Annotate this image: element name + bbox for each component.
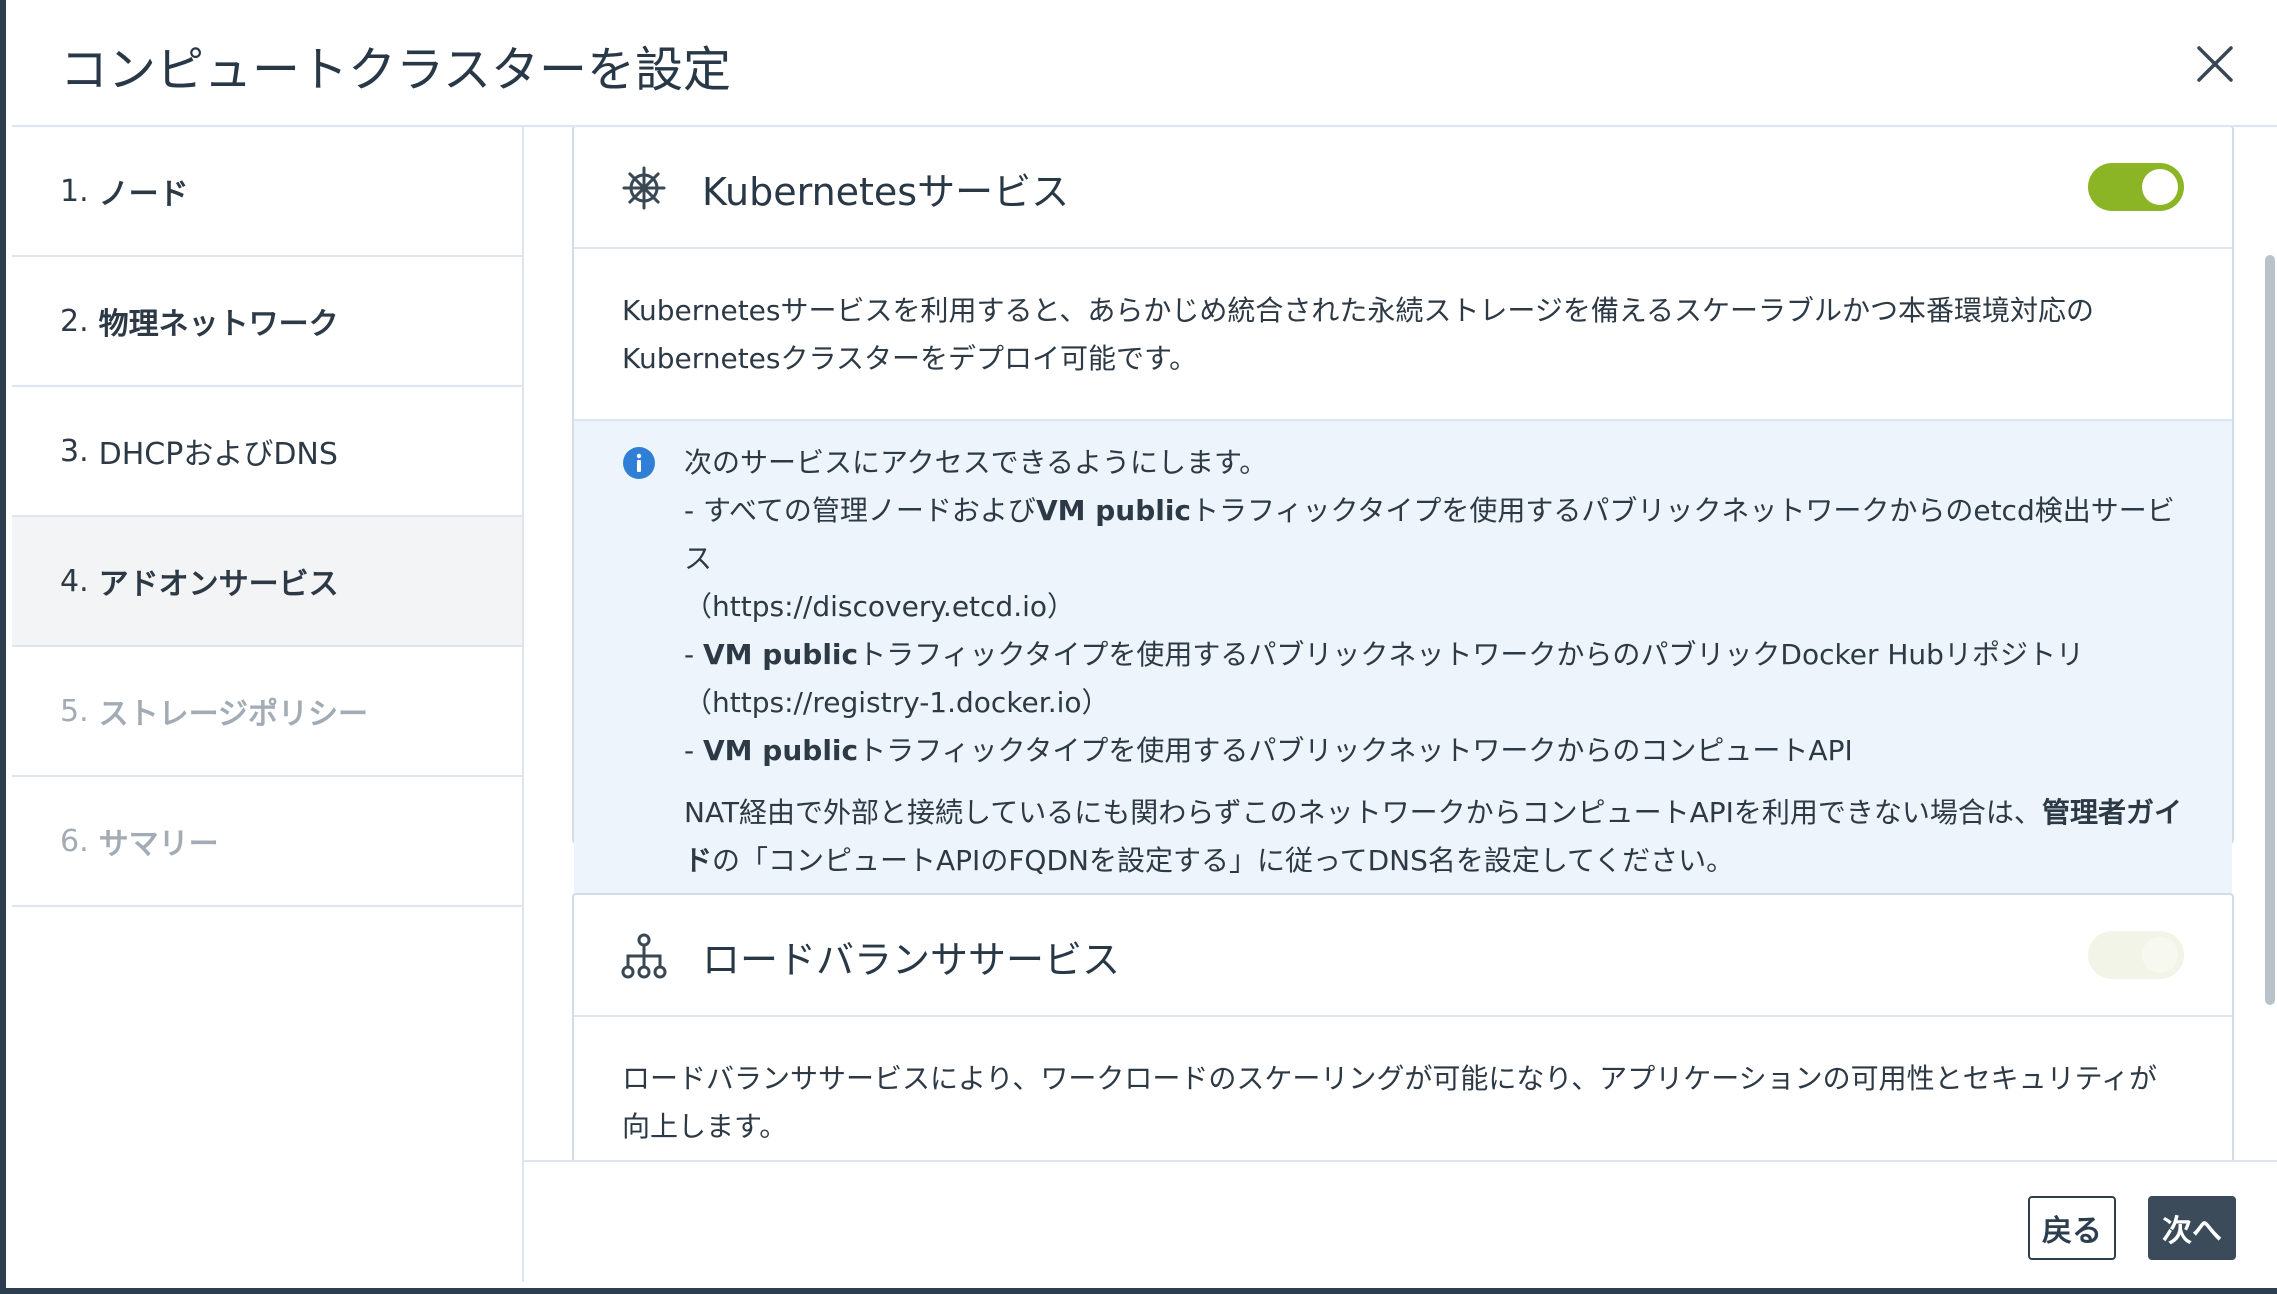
- info-text: - すべての管理ノードおよび: [684, 494, 1036, 527]
- kubernetes-toggle[interactable]: [2088, 163, 2184, 211]
- step-label: ストレージポリシー: [98, 697, 369, 732]
- step-physical-network[interactable]: 2. 物理ネットワーク: [12, 257, 522, 387]
- network-hierarchy-icon: [621, 933, 667, 979]
- step-label: ノード: [98, 177, 189, 212]
- info-item-docker-url: （https://registry-1.docker.io）: [684, 686, 1110, 719]
- admin-guide-link[interactable]: 管理者ガイ: [2042, 796, 2182, 829]
- admin-guide-link[interactable]: ド: [684, 844, 712, 877]
- step-label: 物理ネットワーク: [98, 307, 339, 342]
- step-nodes[interactable]: 1. ノード: [12, 127, 522, 257]
- load-balancer-card-title: ロードバランササービス: [702, 938, 1121, 982]
- info-intro: 次のサービスにアクセスできるようにします。: [684, 446, 1268, 479]
- info-item-etcd-url: （https://discovery.etcd.io）: [684, 590, 1076, 623]
- load-balancer-toggle[interactable]: [2088, 931, 2184, 979]
- kubernetes-card-title: Kubernetesサービス: [702, 170, 1070, 214]
- info-text: -: [684, 638, 704, 671]
- description-line: Kubernetesサービスを利用すると、あらかじめ統合された永続ストレージを備…: [622, 294, 2094, 327]
- step-number: 3.: [60, 433, 89, 469]
- kubernetes-description: Kubernetesサービスを利用すると、あらかじめ統合された永続ストレージを備…: [574, 249, 2232, 419]
- step-number: 6.: [60, 823, 89, 859]
- load-balancer-description: ロードバランササービスにより、ワークロードのスケーリングが可能になり、アプリケー…: [574, 1017, 2232, 1160]
- step-label: DHCPおよびDNS: [98, 437, 338, 472]
- info-icon: [623, 447, 655, 479]
- description-line: 向上します。: [622, 1110, 788, 1143]
- configure-compute-cluster-dialog: コンピュートクラスターを設定 1. ノード 2. 物理ネットワーク 3. DHC…: [0, 0, 2277, 1294]
- info-text: NAT経由で外部と接続しているにも関わらずこのネットワークからコンピュートAPI…: [684, 796, 2042, 829]
- next-button[interactable]: 次へ: [2148, 1196, 2236, 1260]
- description-line: Kubernetesクラスターをデプロイ可能です。: [622, 342, 1198, 375]
- info-item-docker: - VM publicトラフィックタイプを使用するパブリックネットワークからのパ…: [684, 631, 2184, 679]
- description-line: ロードバランササービスにより、ワークロードのスケーリングが可能になり、アプリケー…: [622, 1062, 2157, 1095]
- close-icon: [2197, 46, 2233, 82]
- info-text: -: [684, 734, 704, 767]
- step-number: 2.: [60, 303, 89, 339]
- step-label: サマリー: [98, 827, 219, 862]
- kubernetes-service-card: Kubernetesサービス Kubernetesサービスを利用すると、あらかじ…: [572, 127, 2234, 905]
- info-text: の「コンピュートAPIのFQDNを設定する」に従ってDNS名を設定してください。: [712, 844, 1735, 877]
- dialog-header: コンピュートクラスターを設定: [12, 0, 2277, 127]
- info-bold: VM public: [703, 638, 859, 671]
- toggle-knob: [2142, 169, 2178, 205]
- info-item-compute-api: - VM publicトラフィックタイプを使用するパブリックネットワークからのコ…: [684, 727, 2184, 775]
- helm-wheel-icon: [622, 166, 666, 210]
- step-label: アドオンサービス: [98, 567, 339, 602]
- load-balancer-service-card: ロードバランササービス ロードバランササービスにより、ワークロードのスケーリング…: [572, 893, 2234, 1160]
- back-button[interactable]: 戻る: [2028, 1196, 2116, 1260]
- step-storage-policy: 5. ストレージポリシー: [12, 647, 522, 777]
- step-addon-services[interactable]: 4. アドオンサービス: [12, 517, 522, 647]
- info-note-line1: NAT経由で外部と接続しているにも関わらずこのネットワークからコンピュートAPI…: [684, 789, 2184, 837]
- step-number: 5.: [60, 693, 89, 729]
- dialog-title: コンピュートクラスターを設定: [60, 42, 732, 98]
- info-bold: VM public: [703, 734, 859, 767]
- info-bold: VM public: [1035, 494, 1192, 527]
- kubernetes-card-header: Kubernetesサービス: [574, 127, 2232, 249]
- kubernetes-info-box: 次のサービスにアクセスできるようにします。 - すべての管理ノードおよびVM p…: [574, 419, 2232, 905]
- info-note-line2: ドの「コンピュートAPIのFQDNを設定する」に従ってDNS名を設定してください…: [684, 837, 2184, 885]
- info-text: トラフィックタイプを使用するパブリックネットワークからのコンピュートAPI: [858, 734, 1853, 767]
- step-number: 1.: [60, 173, 89, 209]
- load-balancer-card-header: ロードバランササービス: [574, 895, 2232, 1017]
- step-summary: 6. サマリー: [12, 777, 522, 907]
- info-item-etcd: - すべての管理ノードおよびVM publicトラフィックタイプを使用するパブリ…: [684, 487, 2184, 583]
- info-text: トラフィックタイプを使用するパブリックネットワークからのパブリックDocker …: [858, 638, 2084, 671]
- dialog-footer: 戻る 次へ: [524, 1160, 2277, 1282]
- step-number: 4.: [60, 563, 89, 599]
- content-pane[interactable]: Kubernetesサービス Kubernetesサービスを利用すると、あらかじ…: [524, 127, 2277, 1160]
- wizard-steps: 1. ノード 2. 物理ネットワーク 3. DHCPおよびDNS 4. アドオン…: [12, 127, 524, 1282]
- content-scrollbar[interactable]: [2265, 255, 2275, 1005]
- toggle-knob: [2142, 937, 2178, 973]
- close-button[interactable]: [2189, 38, 2241, 90]
- step-dhcp-dns[interactable]: 3. DHCPおよびDNS: [12, 387, 522, 517]
